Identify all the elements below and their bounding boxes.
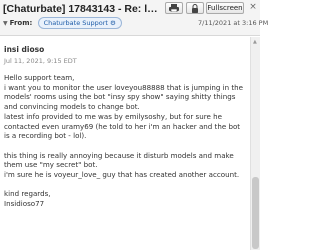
message-title: [Chaturbate] 17843143 - Re: lovey…	[3, 3, 158, 15]
message-content: insi dioso Jul 11, 2021, 9:15 EDT Hello …	[0, 37, 250, 250]
lock-button[interactable]	[186, 2, 204, 14]
print-icon	[169, 4, 179, 13]
author-name: insi dioso	[4, 45, 45, 54]
scrollbar[interactable]: ▲	[250, 37, 260, 250]
closing-line: kind regards,	[4, 189, 51, 199]
message-header: [Chaturbate] 17843143 - Re: lovey… Fulls…	[0, 0, 268, 36]
signature-line: Insidioso77	[4, 199, 45, 209]
body-line: i'm sure he is voyeur_love_ guy that has…	[4, 170, 240, 180]
message-date: 7/11/2021 at 3:16 PM	[198, 19, 269, 27]
fullscreen-button[interactable]: Fullscreen	[206, 2, 244, 14]
body-line: latest info provided to me was by emilys…	[4, 111, 241, 141]
body-line: this thing is really annoying because it…	[4, 150, 234, 170]
scroll-up-icon[interactable]: ▲	[253, 39, 257, 45]
body-line: i want you to monitor the user loveyou88…	[4, 82, 243, 112]
from-label: From:	[9, 19, 33, 27]
greeting-line: Hello support team,	[4, 73, 75, 82]
print-button[interactable]	[165, 2, 183, 14]
caret-down-icon[interactable]: ▼	[3, 20, 8, 27]
message-body: Hello support team, i want you to monito…	[4, 73, 247, 209]
author-date: Jul 11, 2021, 9:15 EDT	[4, 57, 77, 65]
gear-icon[interactable]: ⚙	[110, 19, 116, 27]
lock-icon	[192, 3, 198, 13]
sender-name: Chaturbate Support	[43, 19, 108, 27]
close-button[interactable]: ×	[247, 2, 259, 14]
sender-pill[interactable]: Chaturbate Support ⚙	[37, 17, 122, 29]
from-row: ▼ From: Chaturbate Support ⚙	[3, 17, 122, 29]
scroll-thumb[interactable]	[252, 177, 259, 249]
